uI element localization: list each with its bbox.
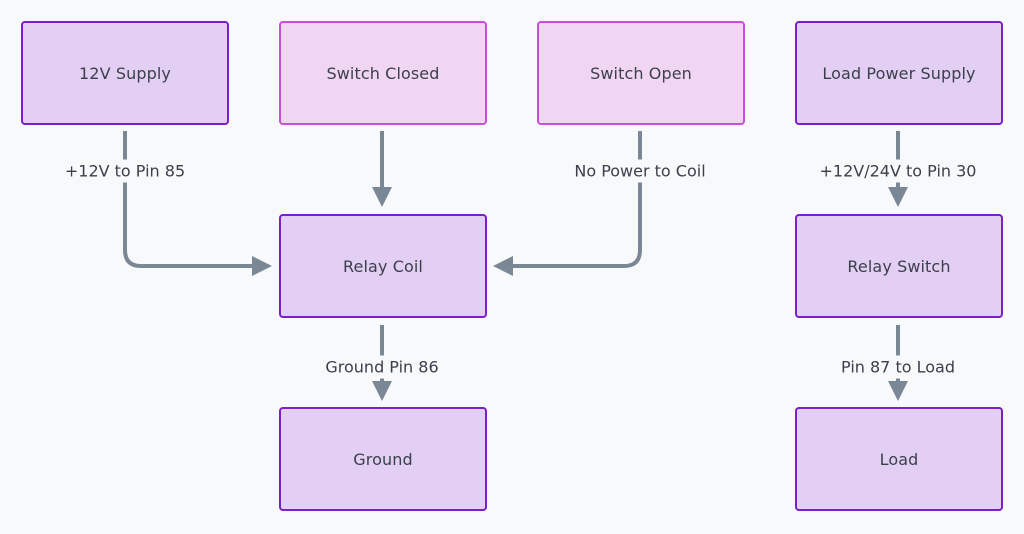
- node-label: Switch Open: [590, 63, 692, 83]
- node-load-power-supply: Load Power Supply: [795, 21, 1003, 125]
- node-12v-supply: 12V Supply: [21, 21, 229, 125]
- node-relay-coil: Relay Coil: [279, 214, 487, 318]
- edge-label-no-power: No Power to Coil: [570, 159, 710, 183]
- node-label: Relay Switch: [847, 256, 951, 276]
- edge-supply12v-to-relay-coil: [123, 131, 272, 276]
- node-label: Load: [879, 449, 919, 469]
- node-label: Load Power Supply: [822, 63, 976, 83]
- edge-label-pin-86: Ground Pin 86: [321, 355, 443, 379]
- edge-switch-open-to-relay-coil: [493, 131, 642, 276]
- node-relay-switch: Relay Switch: [795, 214, 1003, 318]
- node-label: 12V Supply: [79, 63, 171, 83]
- node-switch-open: Switch Open: [537, 21, 745, 125]
- node-label: Relay Coil: [343, 256, 423, 276]
- node-label: Switch Closed: [326, 63, 440, 83]
- node-label: Ground: [353, 449, 413, 469]
- edge-label-pin-30: +12V/24V to Pin 30: [815, 159, 981, 183]
- node-load: Load: [795, 407, 1003, 511]
- edge-label-pin-85: +12V to Pin 85: [60, 159, 190, 183]
- edge-label-pin-87: Pin 87 to Load: [837, 355, 959, 379]
- node-switch-closed: Switch Closed: [279, 21, 487, 125]
- node-ground: Ground: [279, 407, 487, 511]
